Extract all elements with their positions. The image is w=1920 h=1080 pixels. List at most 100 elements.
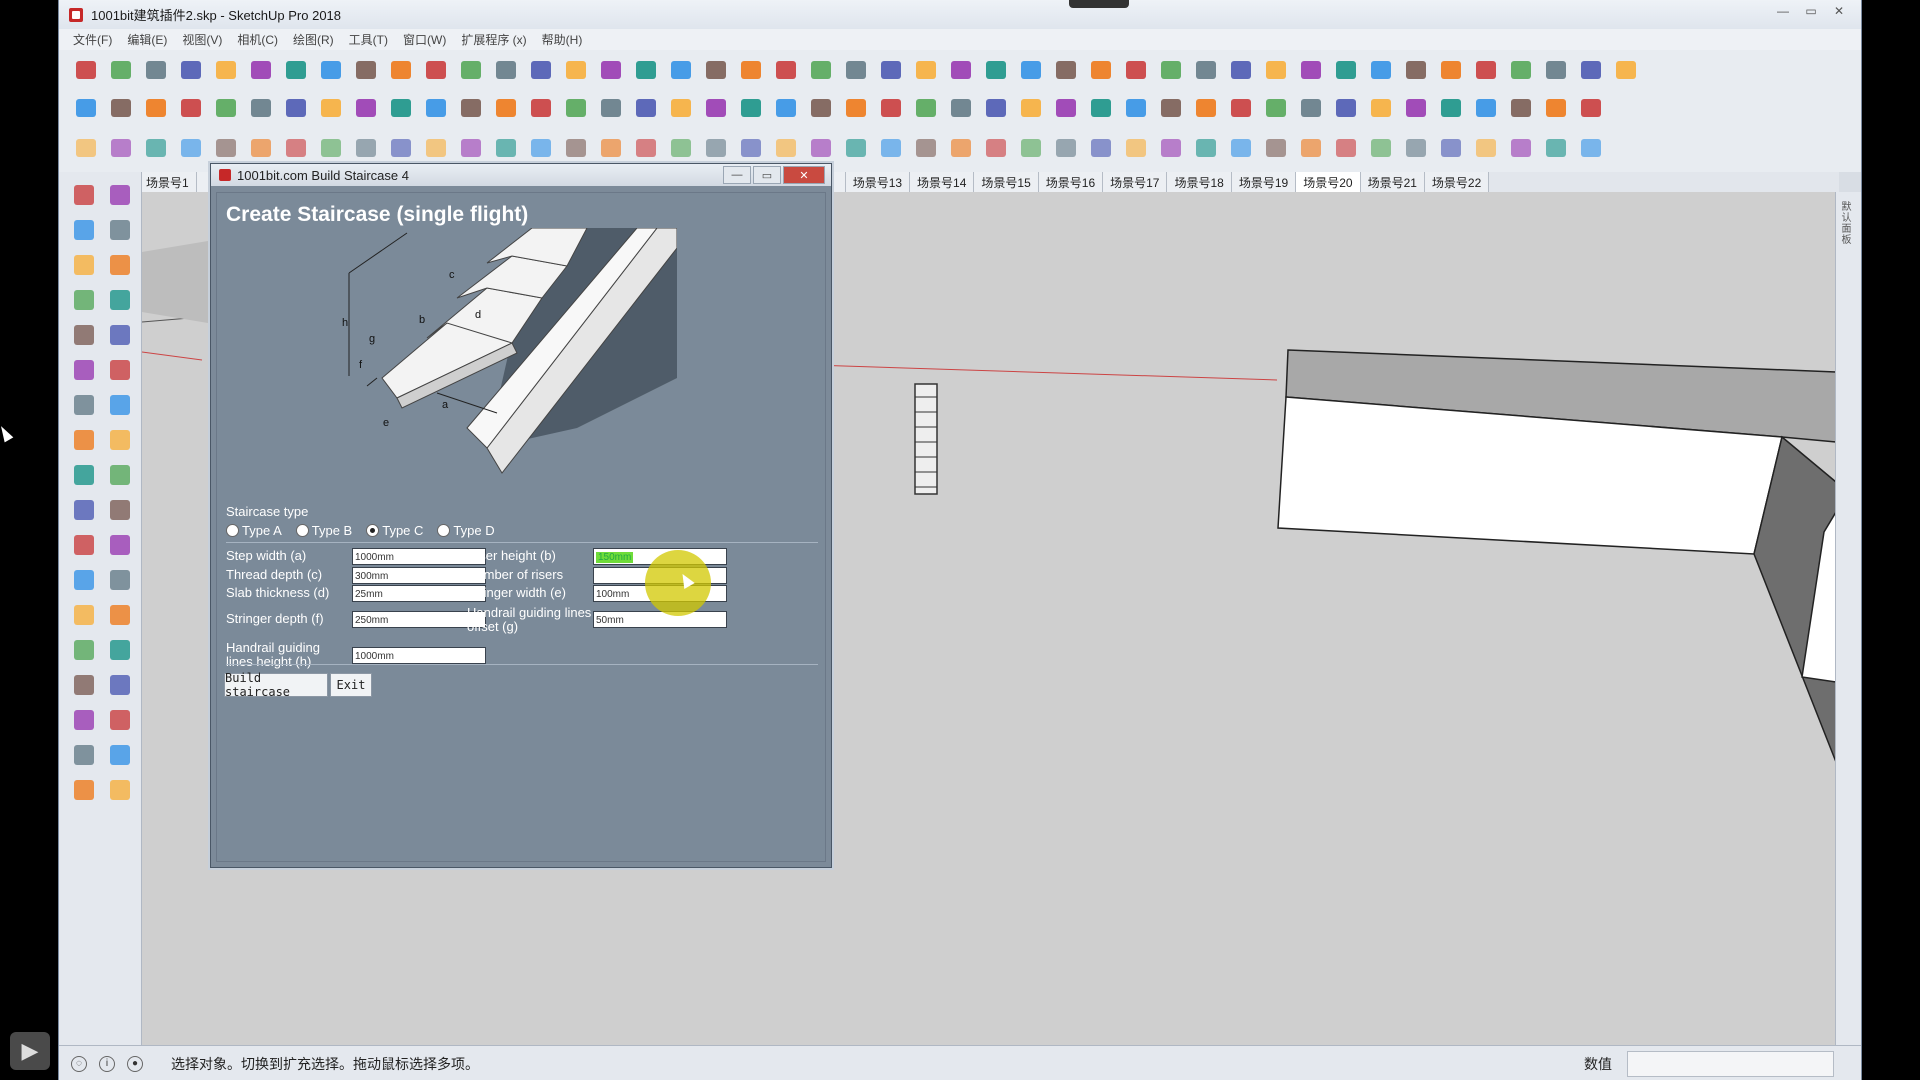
left-tool-button[interactable] — [107, 777, 133, 803]
toolbar-tool-button[interactable] — [283, 135, 309, 161]
left-tool-button[interactable] — [71, 287, 97, 313]
toolbar-tool-button[interactable] — [283, 57, 309, 83]
toolbar-tool-button[interactable] — [213, 135, 239, 161]
toolbar-tool-button[interactable] — [458, 57, 484, 83]
left-tool-button[interactable] — [71, 497, 97, 523]
toolbar-tool-button[interactable] — [1088, 57, 1114, 83]
geo-location-icon[interactable]: ◌ — [71, 1055, 87, 1072]
toolbar-tool-button[interactable] — [353, 95, 379, 121]
toolbar-tool-button[interactable] — [633, 95, 659, 121]
toolbar-tool-button[interactable] — [1193, 57, 1219, 83]
toolbar-tool-button[interactable] — [353, 57, 379, 83]
toolbar-tool-button[interactable] — [563, 57, 589, 83]
toolbar-tool-button[interactable] — [1333, 57, 1359, 83]
left-tool-button[interactable] — [107, 217, 133, 243]
dialog-close-button[interactable]: ✕ — [783, 166, 825, 184]
scene-tab[interactable]: 场景号1 — [139, 172, 197, 192]
left-tool-button[interactable] — [107, 497, 133, 523]
left-tool-button[interactable] — [107, 532, 133, 558]
left-tool-button[interactable] — [71, 672, 97, 698]
menu-edit[interactable]: 编辑(E) — [127, 31, 167, 48]
handrail-height-input[interactable]: 1000mm — [352, 647, 486, 664]
toolbar-tool-button[interactable] — [1578, 135, 1604, 161]
left-tool-button[interactable] — [107, 322, 133, 348]
toolbar-tool-button[interactable] — [1088, 95, 1114, 121]
toolbar-tool-button[interactable] — [738, 57, 764, 83]
scene-tab[interactable]: 场景号22 — [1424, 172, 1490, 192]
toolbar-tool-button[interactable] — [948, 57, 974, 83]
toolbar-tool-button[interactable] — [248, 135, 274, 161]
toolbar-tool-button[interactable] — [493, 135, 519, 161]
toolbar-tool-button[interactable] — [983, 95, 1009, 121]
toolbar-tool-button[interactable] — [1403, 135, 1429, 161]
left-tool-button[interactable] — [71, 637, 97, 663]
toolbar-tool-button[interactable] — [913, 95, 939, 121]
menu-window[interactable]: 窗口(W) — [403, 31, 446, 48]
toolbar-tool-button[interactable] — [703, 57, 729, 83]
toolbar-tool-button[interactable] — [388, 135, 414, 161]
toolbar-tool-button[interactable] — [493, 95, 519, 121]
scene-tab[interactable]: 场景号21 — [1360, 172, 1425, 192]
toolbar-tool-button[interactable] — [808, 57, 834, 83]
maximize-button[interactable]: ▭ — [1799, 2, 1823, 20]
toolbar-tool-button[interactable] — [213, 57, 239, 83]
left-tool-button[interactable] — [71, 182, 97, 208]
toolbar-tool-button[interactable] — [143, 95, 169, 121]
menu-file[interactable]: 文件(F) — [73, 31, 112, 48]
toolbar-tool-button[interactable] — [1123, 57, 1149, 83]
toolbar-tool-button[interactable] — [528, 95, 554, 121]
menu-tools[interactable]: 工具(T) — [349, 31, 388, 48]
dialog-maximize-button[interactable]: ▭ — [753, 166, 781, 184]
toolbar-tool-button[interactable] — [1158, 95, 1184, 121]
thread-depth-input[interactable]: 300mm — [352, 567, 486, 584]
toolbar-tool-button[interactable] — [1368, 135, 1394, 161]
toolbar-tool-button[interactable] — [1263, 135, 1289, 161]
left-tool-button[interactable] — [107, 707, 133, 733]
toolbar-tool-button[interactable] — [108, 57, 134, 83]
toolbar-tool-button[interactable] — [73, 57, 99, 83]
left-tool-button[interactable] — [71, 217, 97, 243]
toolbar-tool-button[interactable] — [1403, 95, 1429, 121]
left-tool-button[interactable] — [71, 742, 97, 768]
left-tool-button[interactable] — [107, 427, 133, 453]
toolbar-tool-button[interactable] — [878, 135, 904, 161]
toolbar-tool-button[interactable] — [878, 95, 904, 121]
toolbar-tool-button[interactable] — [668, 95, 694, 121]
toolbar-tool-button[interactable] — [318, 135, 344, 161]
scene-tab[interactable]: 场景号15 — [974, 172, 1039, 192]
minimize-button[interactable]: — — [1771, 2, 1795, 20]
scene-tab[interactable]: 场景号20 — [1296, 172, 1361, 192]
toolbar-tool-button[interactable] — [283, 95, 309, 121]
toolbar-tool-button[interactable] — [598, 95, 624, 121]
radio-type-a[interactable]: Type A — [226, 523, 282, 538]
toolbar-tool-button[interactable] — [178, 57, 204, 83]
left-tool-button[interactable] — [107, 392, 133, 418]
toolbar-tool-button[interactable] — [703, 135, 729, 161]
toolbar-tool-button[interactable] — [423, 57, 449, 83]
toolbar-tool-button[interactable] — [843, 135, 869, 161]
left-tool-button[interactable] — [107, 602, 133, 628]
toolbar-tool-button[interactable] — [1473, 95, 1499, 121]
left-tool-button[interactable] — [107, 742, 133, 768]
toolbar-tool-button[interactable] — [143, 135, 169, 161]
toolbar-tool-button[interactable] — [1158, 135, 1184, 161]
toolbar-tool-button[interactable] — [808, 135, 834, 161]
toolbar-tool-button[interactable] — [423, 135, 449, 161]
toolbar-tool-button[interactable] — [983, 135, 1009, 161]
radio-type-b-dot[interactable] — [295, 524, 309, 537]
toolbar-tool-button[interactable] — [633, 135, 659, 161]
toolbar-tool-button[interactable] — [73, 95, 99, 121]
toolbar-tool-button[interactable] — [213, 95, 239, 121]
toolbar-tool-button[interactable] — [248, 95, 274, 121]
toolbar-tool-button[interactable] — [1053, 135, 1079, 161]
toolbar-tool-button[interactable] — [948, 135, 974, 161]
left-tool-button[interactable] — [71, 357, 97, 383]
user-icon[interactable]: ● — [127, 1055, 143, 1072]
toolbar-tool-button[interactable] — [563, 135, 589, 161]
radio-type-d-dot[interactable] — [437, 524, 451, 537]
left-tool-button[interactable] — [107, 182, 133, 208]
toolbar-tool-button[interactable] — [528, 135, 554, 161]
right-panel-strip[interactable]: 默认面板 — [1835, 192, 1861, 1045]
toolbar-tool-button[interactable] — [1228, 57, 1254, 83]
toolbar-tool-button[interactable] — [1018, 135, 1044, 161]
